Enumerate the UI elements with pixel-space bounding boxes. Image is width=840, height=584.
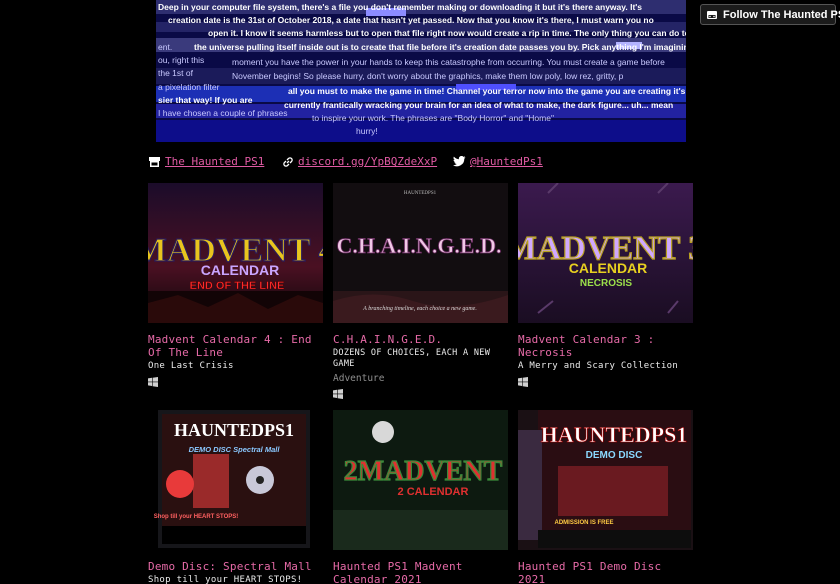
- game-card: HAUNTEDPS1 DEMO DISC ADMISSION IS FREE H…: [518, 410, 694, 584]
- banner-line: November begins! So please hurry, don't …: [232, 71, 624, 81]
- banner-line: currently frantically wracking your brai…: [284, 100, 674, 110]
- game-subtitle: A Merry and Scary Collection: [518, 361, 679, 371]
- game-subtitle: Shop till your HEART STOPS!: [148, 575, 303, 584]
- banner-line: the universe pulling itself inside out i…: [194, 42, 686, 52]
- itch-link[interactable]: The Haunted PS1: [148, 155, 264, 168]
- twitter-link-label: @HauntedPs1: [470, 155, 543, 168]
- banner-fragment: the 1st of: [158, 68, 193, 78]
- banner-fragment: I have chosen a couple of phrases: [158, 108, 288, 118]
- game-thumbnail[interactable]: 2MADVENT 2 CALENDAR: [333, 410, 508, 550]
- windows-icon: [333, 389, 343, 399]
- game-cover-image: 2MADVENT 2 CALENDAR: [333, 410, 508, 550]
- game-title[interactable]: Haunted PS1 Demo Disc 2021: [518, 560, 694, 584]
- cover-logo-title: HAUNTEDPS1: [541, 422, 688, 447]
- windows-icon: [148, 377, 158, 387]
- cover-logo-tagline: END OF THE LINE: [190, 280, 285, 292]
- game-thumbnail[interactable]: HAUNTEDPS1 DEMO DISC Spectral Mall Shop …: [148, 410, 323, 550]
- banner-line: Deep in your computer file system, there…: [158, 2, 643, 12]
- game-cover-image: HAUNTEDPS1 DEMO DISC Spectral Mall Shop …: [148, 410, 323, 550]
- game-card: MADVENT 3 CALENDAR NECROSIS Madvent Cale…: [518, 183, 694, 387]
- banner-line: to inspire your work. The phrases are "B…: [312, 113, 554, 123]
- windows-icon: [518, 377, 528, 387]
- discord-link[interactable]: discord.gg/YpBQZdeXxP: [282, 155, 437, 168]
- banner-line: all you must to make the game in time! C…: [288, 86, 686, 96]
- game-genre: Adventure: [333, 373, 385, 384]
- cover-logo-tagline: NECROSIS: [580, 278, 633, 289]
- itch-link-label: The Haunted PS1: [165, 155, 265, 168]
- discord-link-label: discord.gg/YpBQZdeXxP: [298, 155, 438, 168]
- game-title[interactable]: C.H.A.I.N.G.E.D.: [333, 333, 509, 346]
- game-title[interactable]: Haunted PS1 Madvent Calendar 2021: [333, 560, 509, 584]
- twitter-icon: [453, 156, 466, 167]
- link-icon: [283, 156, 293, 167]
- game-subtitle: One Last Crisis: [148, 361, 234, 371]
- game-cover-image: MADVENT 4 CALENDAR END OF THE LINE: [148, 183, 323, 323]
- cover-logo-subtitle: 2 CALENDAR: [398, 486, 469, 498]
- banner-line: hurry!: [356, 126, 378, 136]
- game-thumbnail[interactable]: MADVENT 3 CALENDAR NECROSIS: [518, 183, 693, 323]
- game-thumbnail[interactable]: HAUNTEDPS1 DEMO DISC ADMISSION IS FREE: [518, 410, 693, 550]
- banner-line: moment you have the power in your hands …: [232, 57, 665, 67]
- cover-logo-subtitle: DEMO DISC Spectral Mall: [189, 445, 281, 454]
- cover-logo-title: HAUNTEDPS1: [174, 420, 294, 440]
- header-banner: Deep in your computer file system, there…: [156, 0, 686, 142]
- banner-fragment: sier that way! If you are: [158, 95, 253, 105]
- cover-logo-title: 2MADVENT: [344, 456, 503, 487]
- cover-logo-subtitle: DEMO DISC: [586, 450, 643, 461]
- game-thumbnail[interactable]: HAUNTEDPS1 C.H.A.I.N.G.E.D. A branching …: [333, 183, 508, 323]
- game-card: MADVENT 4 CALENDAR END OF THE LINE Madve…: [148, 183, 324, 387]
- game-subtitle: DOZENS OF CHOICES, EACH A NEW GAME: [333, 348, 491, 369]
- game-card: HAUNTEDPS1 C.H.A.I.N.G.E.D. A branching …: [333, 183, 509, 399]
- cover-logo-subtitle: CALENDAR: [569, 260, 648, 276]
- game-thumbnail[interactable]: MADVENT 4 CALENDAR END OF THE LINE: [148, 183, 323, 323]
- game-title[interactable]: Madvent Calendar 4 : End Of The Line: [148, 333, 324, 359]
- itch-icon: [149, 156, 160, 167]
- cover-logo-title: C.H.A.I.N.G.E.D.: [336, 233, 501, 258]
- game-cover-image: HAUNTEDPS1 DEMO DISC ADMISSION IS FREE: [518, 410, 693, 550]
- banner-fragment: ent.: [158, 42, 173, 52]
- cover-logo-tagline: A branching timeline, each choice a new …: [362, 306, 477, 312]
- follow-button[interactable]: Follow The Haunted PS1: [700, 4, 840, 25]
- banner-fragment: ou, right this: [158, 55, 205, 65]
- social-links: The Haunted PS1 discord.gg/YpBQZdeXxP @H…: [148, 155, 708, 171]
- banner-fragment: a pixelation filter: [158, 82, 220, 92]
- follow-label: Follow The Haunted PS1: [723, 8, 840, 21]
- game-card: 2MADVENT 2 CALENDAR Haunted PS1 Madvent …: [333, 410, 509, 584]
- game-title[interactable]: Madvent Calendar 3 : Necrosis: [518, 333, 694, 359]
- game-card: HAUNTEDPS1 DEMO DISC Spectral Mall Shop …: [148, 410, 324, 584]
- game-cover-image: MADVENT 3 CALENDAR NECROSIS: [518, 183, 693, 323]
- cover-logo-tagline: Shop till your HEART STOPS!: [154, 514, 239, 520]
- cover-logo-subtitle: CALENDAR: [201, 262, 280, 278]
- game-cover-image: HAUNTEDPS1 C.H.A.I.N.G.E.D. A branching …: [333, 183, 508, 323]
- cover-logo-tagline: ADMISSION IS FREE: [554, 520, 613, 526]
- itch-icon: [707, 10, 717, 19]
- game-title[interactable]: Demo Disc: Spectral Mall: [148, 560, 324, 573]
- cover-publisher: HAUNTEDPS1: [404, 191, 437, 196]
- banner-line: open it. I know it seems harmless but to…: [208, 28, 686, 38]
- twitter-link[interactable]: @HauntedPs1: [453, 155, 543, 168]
- banner-line: creation date is the 31st of October 201…: [168, 15, 654, 25]
